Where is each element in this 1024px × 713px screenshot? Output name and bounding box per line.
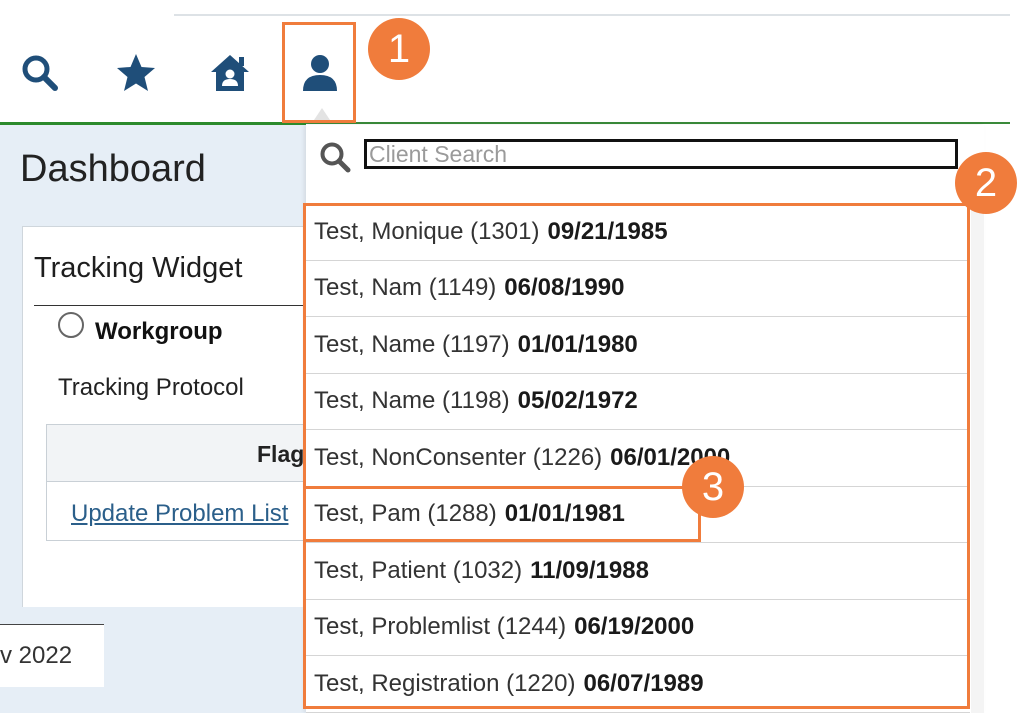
top-divider [174, 14, 1010, 16]
search-icon[interactable] [18, 52, 62, 94]
callout-badge-1: 1 [368, 18, 430, 80]
workgroup-radio[interactable] [58, 312, 84, 338]
widget-divider [34, 305, 306, 306]
grid-header-flag: Flag [257, 441, 305, 467]
footer-version-text: v 2022 [0, 642, 73, 669]
selected-result-highlight [303, 486, 701, 542]
list-scroll-hint [306, 188, 970, 204]
update-problem-list-link[interactable]: Update Problem List [71, 500, 288, 528]
search-icon [318, 140, 352, 174]
tracking-grid: Flag Update Problem List [46, 424, 308, 541]
workgroup-radio-label: Workgroup [95, 318, 223, 345]
grid-header: Flag [47, 425, 307, 482]
callout-badge-2: 2 [955, 152, 1017, 214]
accent-line-right [306, 122, 1010, 124]
widget-title: Tracking Widget [34, 252, 243, 284]
dropdown-caret [314, 108, 330, 120]
tracking-protocol-label: Tracking Protocol [58, 374, 244, 401]
home-icon[interactable] [208, 52, 252, 94]
results-highlight [303, 203, 970, 709]
results-scrollbar[interactable] [971, 188, 984, 713]
callout-badge-3: 3 [682, 456, 744, 518]
client-search-input[interactable] [364, 139, 958, 169]
page-title: Dashboard [20, 148, 206, 190]
star-icon[interactable] [114, 52, 158, 94]
